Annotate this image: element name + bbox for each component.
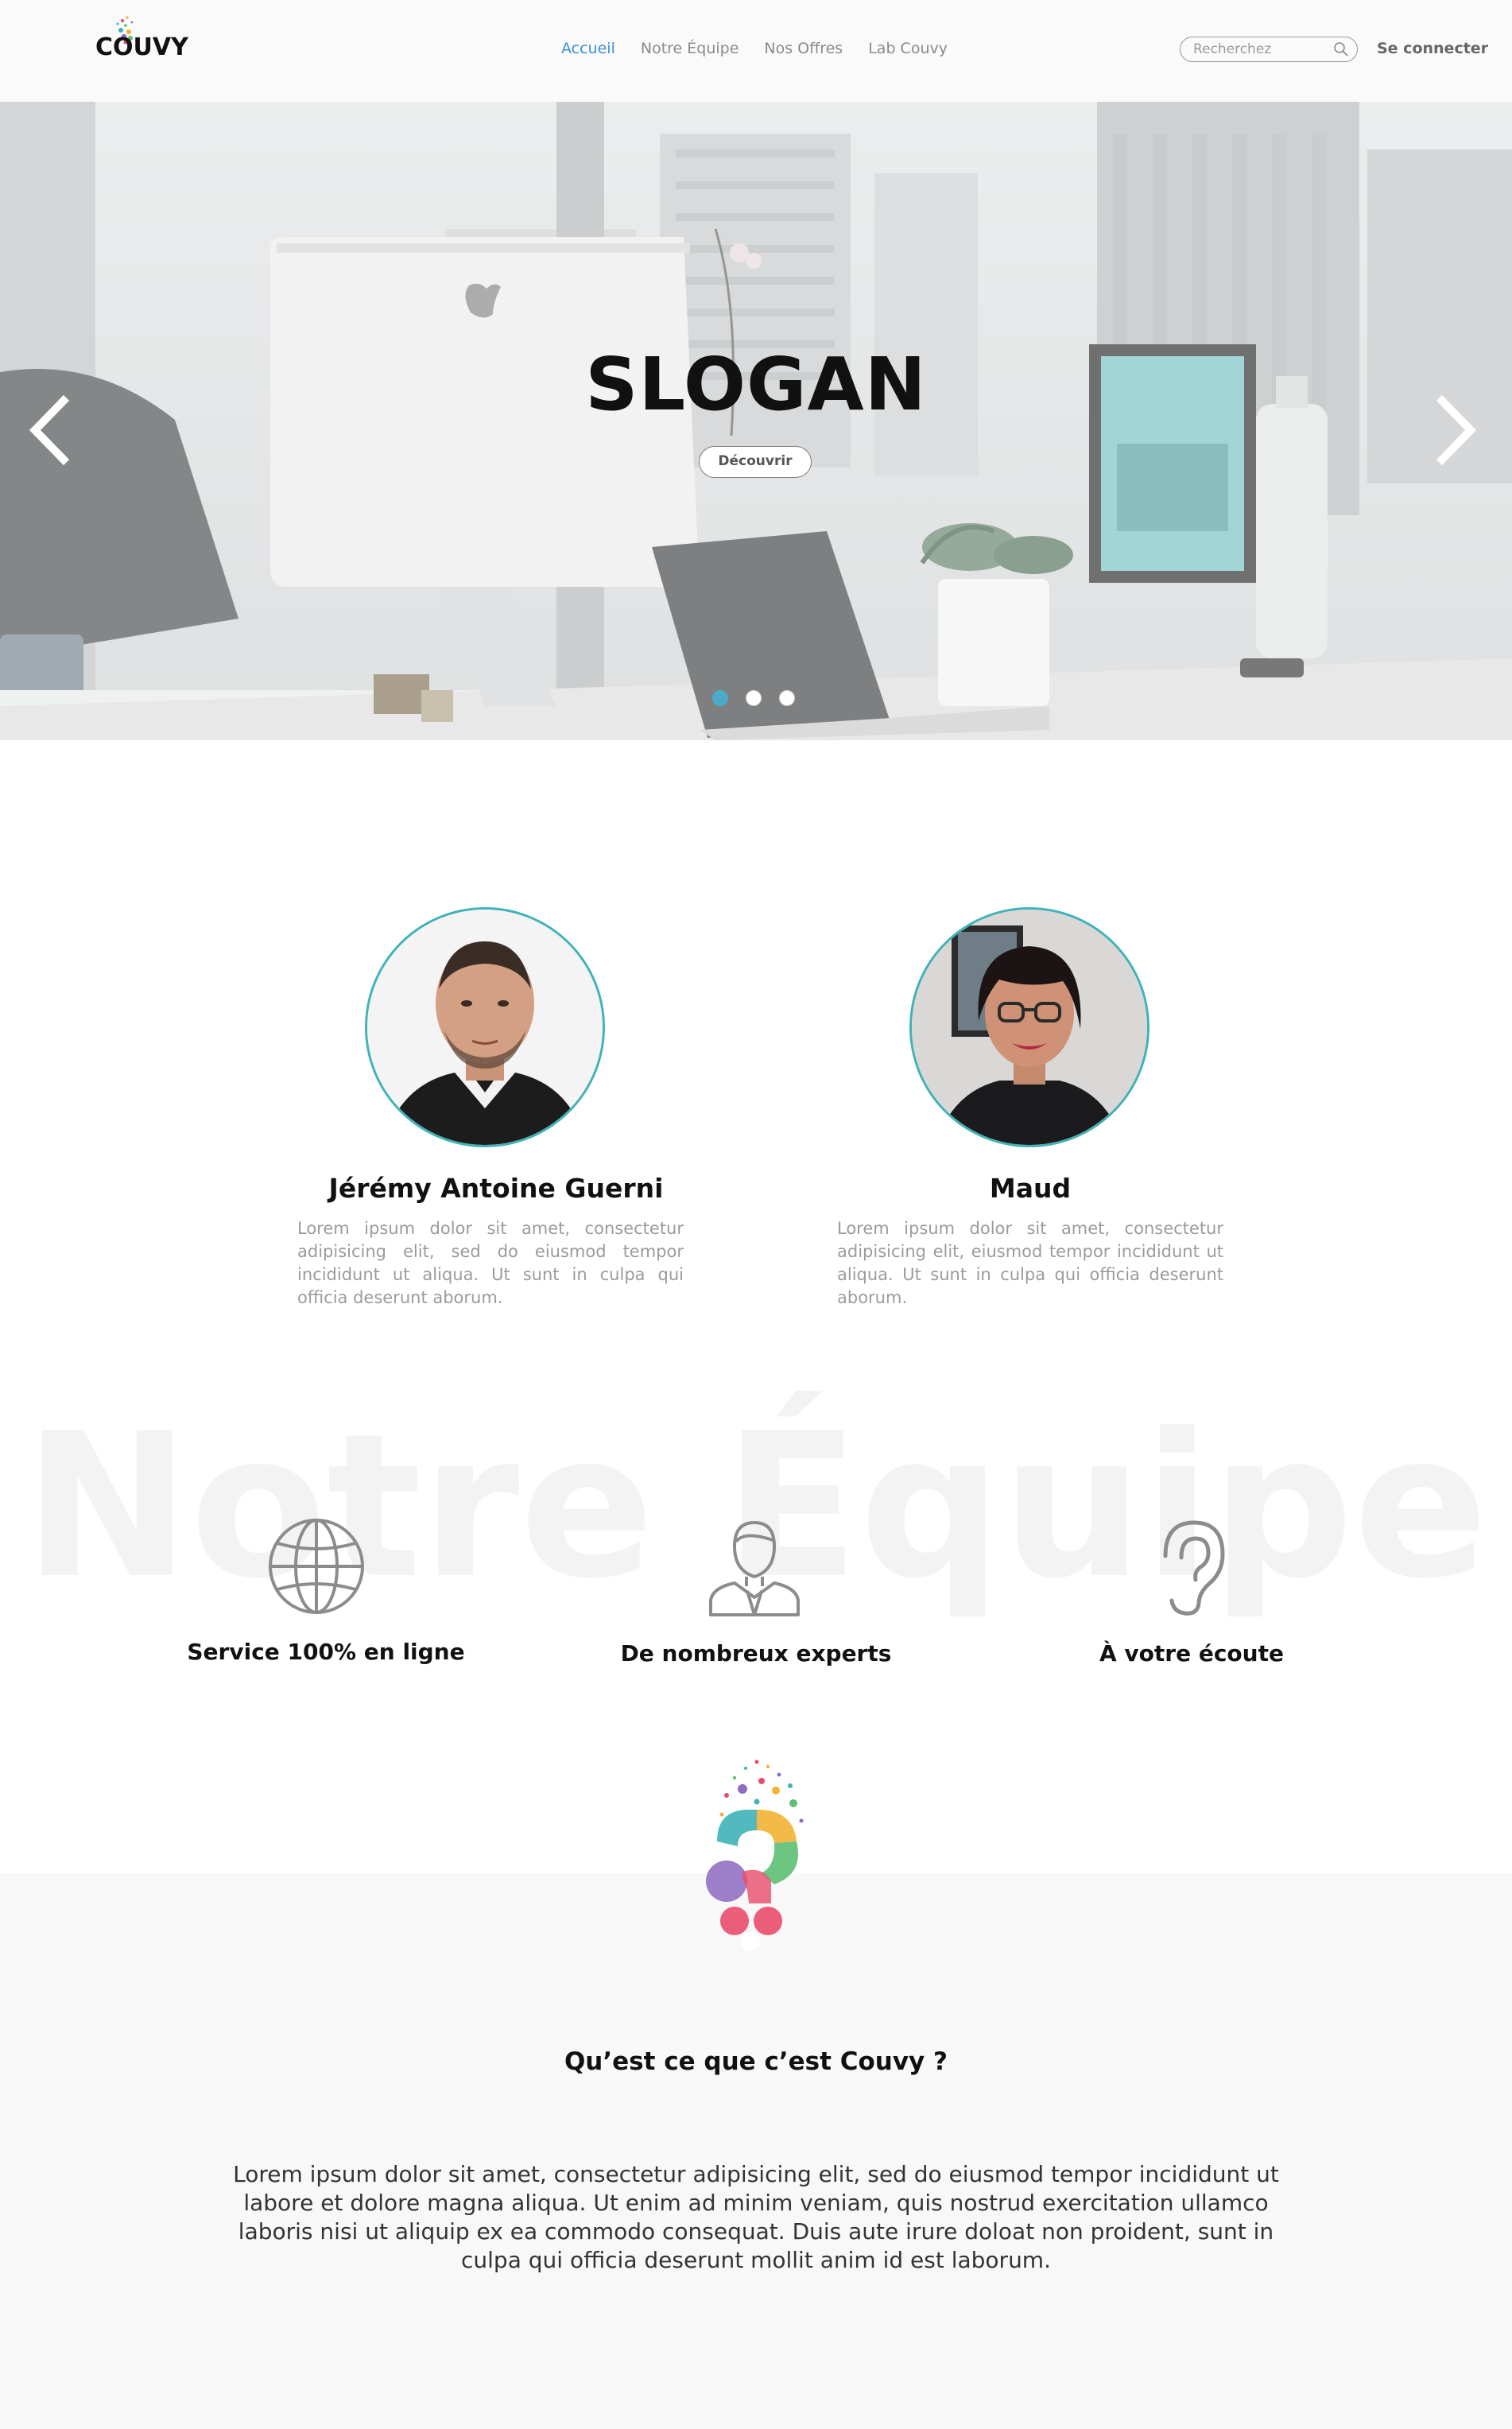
carousel-dots: [712, 690, 795, 706]
search-icon[interactable]: [1333, 41, 1349, 57]
discover-button[interactable]: Découvrir: [699, 446, 812, 478]
hero-slogan: SLOGAN: [585, 342, 927, 427]
carousel-dot-2[interactable]: [746, 690, 762, 706]
about-title: Qu’est ce que c’est Couvy ?: [564, 2047, 948, 2076]
carousel-dot-3[interactable]: [779, 690, 795, 706]
team-member-bio: Lorem ipsum dolor sit amet, consectetur …: [837, 1219, 1223, 1307]
globe-icon: [269, 1519, 364, 1614]
search-input[interactable]: [1192, 41, 1327, 58]
main-nav: Accueil Notre Équipe Nos Offres Lab Couv…: [561, 40, 948, 57]
team-member-name: Maud: [989, 1173, 1072, 1204]
chevron-left-icon[interactable]: [25, 394, 73, 466]
portrait-maud-image: [912, 910, 1147, 1145]
chevron-right-icon[interactable]: [1433, 394, 1480, 466]
nav-item-lab-couvy[interactable]: Lab Couvy: [868, 40, 948, 57]
feature-label: À votre écoute: [1099, 1640, 1284, 1667]
search-box: [1180, 37, 1358, 62]
ear-icon: [1163, 1520, 1225, 1616]
avatar-maud: [909, 907, 1150, 1147]
avatar-jeremy: [365, 907, 605, 1147]
nav-item-accueil[interactable]: Accueil: [561, 40, 615, 57]
expert-icon: [709, 1521, 800, 1616]
couvy-question-logo-icon: [706, 1760, 804, 1951]
logo-text: COUVY: [95, 33, 188, 61]
feature-label: Service 100% en ligne: [187, 1639, 465, 1665]
team-member-bio: Lorem ipsum dolor sit amet, consectetur …: [297, 1219, 684, 1307]
hero-carousel: SLOGAN Découvrir: [0, 102, 1512, 740]
carousel-dot-1[interactable]: [712, 690, 728, 706]
login-link[interactable]: Se connecter: [1377, 40, 1488, 57]
feature-label: De nombreux experts: [620, 1640, 892, 1667]
nav-item-notre-equipe[interactable]: Notre Équipe: [641, 40, 739, 57]
couvy-logo[interactable]: COUVY: [95, 14, 191, 67]
nav-item-nos-offres[interactable]: Nos Offres: [764, 40, 843, 57]
about-text: Lorem ipsum dolor sit amet, consectetur …: [233, 2161, 1279, 2273]
portrait-jeremy-image: [367, 910, 603, 1145]
site-header: COUVY Accueil Notre Équipe Nos Offres La…: [0, 0, 1512, 102]
team-member-name: Jérémy Antoine Guerni: [328, 1173, 664, 1204]
